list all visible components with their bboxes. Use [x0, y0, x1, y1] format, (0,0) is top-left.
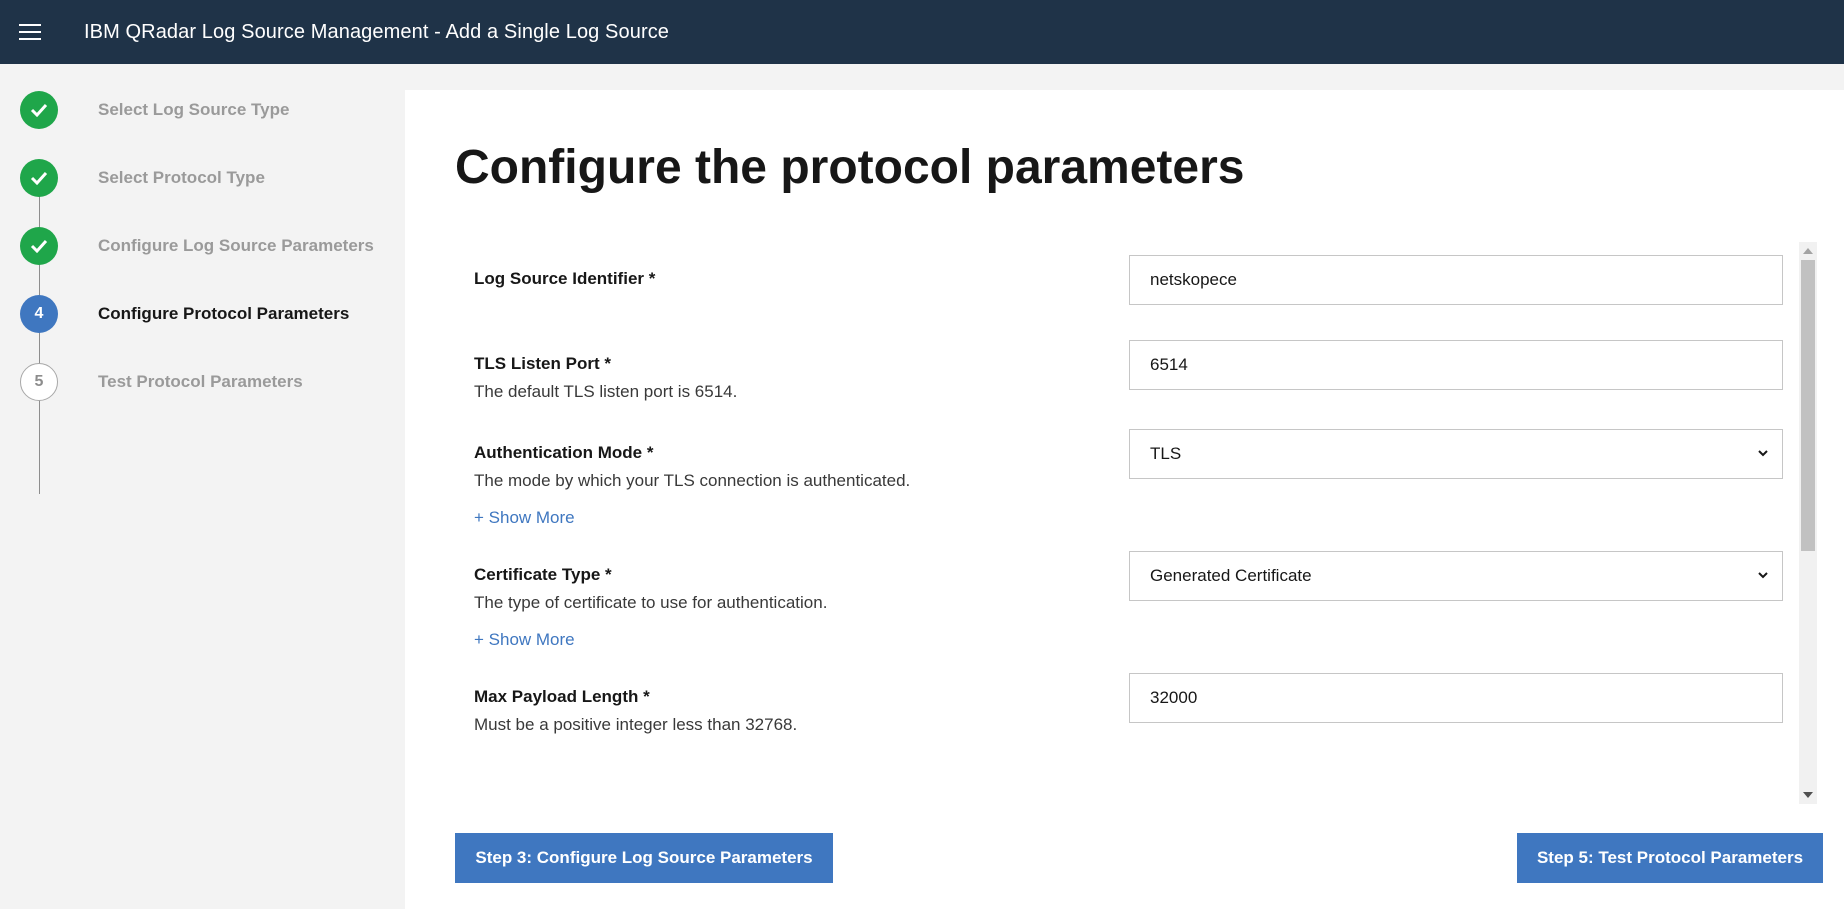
step-number-badge: 4: [20, 295, 58, 333]
top-header: IBM QRadar Log Source Management - Add a…: [0, 0, 1844, 64]
step-number-badge: 5: [20, 363, 58, 401]
certificate-type-select[interactable]: Generated Certificate: [1129, 551, 1783, 601]
authentication-mode-row: Authentication Mode * The mode by which …: [474, 429, 1790, 528]
chevron-down-icon: [1758, 450, 1768, 457]
selected-value: Generated Certificate: [1150, 566, 1312, 585]
chevron-down-icon: [1758, 572, 1768, 579]
checkmark-icon: [20, 91, 58, 129]
checkmark-icon: [20, 227, 58, 265]
app-title: IBM QRadar Log Source Management - Add a…: [84, 20, 670, 43]
max-payload-length-row: Max Payload Length * Must be a positive …: [474, 673, 1790, 735]
step-configure-log-source-parameters[interactable]: Configure Log Source Parameters: [20, 226, 374, 266]
previous-step-button[interactable]: Step 3: Configure Log Source Parameters: [455, 833, 833, 883]
protocol-parameters-form: Log Source Identifier * netskopece TLS L…: [474, 240, 1790, 795]
log-source-identifier-input[interactable]: netskopece: [1129, 255, 1783, 305]
step-label: Select Log Source Type: [98, 100, 290, 119]
step-label: Configure Protocol Parameters: [98, 304, 350, 323]
show-more-link[interactable]: + Show More: [474, 630, 575, 650]
scroll-down-arrow-icon[interactable]: [1803, 792, 1813, 798]
step-test-protocol-parameters[interactable]: 5 Test Protocol Parameters: [20, 362, 303, 402]
tls-listen-port-row: TLS Listen Port * The default TLS listen…: [474, 340, 1790, 402]
step-label: Test Protocol Parameters: [98, 372, 303, 391]
max-payload-length-input[interactable]: 32000: [1129, 673, 1783, 723]
step-select-log-source-type[interactable]: Select Log Source Type: [20, 90, 289, 130]
selected-value: TLS: [1150, 444, 1182, 463]
page-title: Configure the protocol parameters: [455, 141, 1245, 194]
step-label: Configure Log Source Parameters: [98, 236, 374, 255]
scroll-up-arrow-icon[interactable]: [1803, 248, 1813, 254]
menu-icon[interactable]: [19, 24, 41, 40]
form-scrollbar[interactable]: [1799, 242, 1817, 804]
main-panel: Configure the protocol parameters Log So…: [405, 90, 1844, 909]
tls-listen-port-input[interactable]: 6514: [1129, 340, 1783, 390]
scroll-thumb[interactable]: [1801, 260, 1815, 551]
step-connector-line: [39, 174, 40, 494]
next-step-button[interactable]: Step 5: Test Protocol Parameters: [1517, 833, 1823, 883]
step-configure-protocol-parameters[interactable]: 4 Configure Protocol Parameters: [20, 294, 349, 334]
show-more-link[interactable]: + Show More: [474, 508, 575, 528]
step-select-protocol-type[interactable]: Select Protocol Type: [20, 158, 265, 198]
log-source-identifier-row: Log Source Identifier * netskopece: [474, 255, 1790, 305]
step-label: Select Protocol Type: [98, 168, 265, 187]
checkmark-icon: [20, 159, 58, 197]
certificate-type-row: Certificate Type * The type of certifica…: [474, 551, 1790, 650]
authentication-mode-select[interactable]: TLS: [1129, 429, 1783, 479]
step-navigation: Select Log Source Type Select Protocol T…: [0, 64, 404, 909]
